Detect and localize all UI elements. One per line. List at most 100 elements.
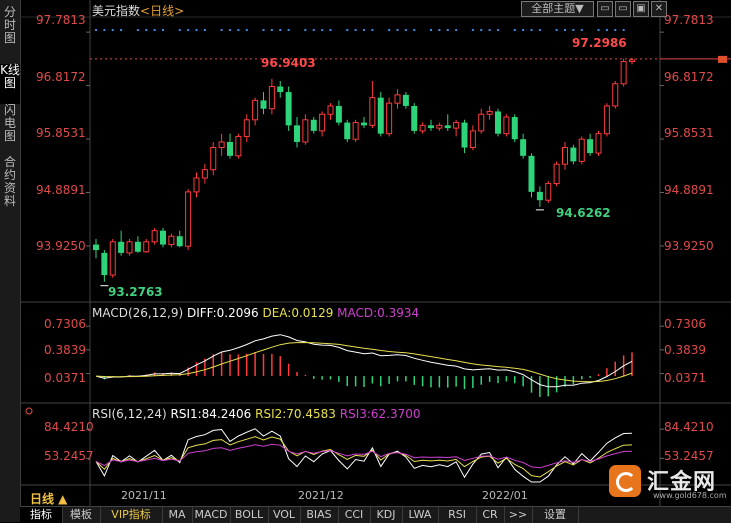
price-axis-label-3: 95.8531 xyxy=(36,126,86,140)
event-marker-dot xyxy=(597,29,600,31)
date-label-nov: 2021/11 xyxy=(121,489,167,502)
event-marker-dot xyxy=(354,29,357,31)
tab-settings[interactable]: 设置 xyxy=(532,507,579,523)
rsi-axis-label-2: 53.2457 xyxy=(44,449,94,463)
candle-body xyxy=(193,177,200,193)
event-marker-dot xyxy=(329,29,332,31)
rsi-header: RSI(6,12,24) RSI1:84.2406 RSI2:70.4583 R… xyxy=(92,407,421,421)
tab-templates[interactable]: 模板 xyxy=(62,507,101,523)
candle-body xyxy=(402,94,409,106)
event-marker-dot xyxy=(279,29,282,31)
theme-dropdown[interactable]: 全部主题▼ xyxy=(521,1,594,17)
candle-body xyxy=(461,122,468,148)
tab-bias[interactable]: BIAS xyxy=(300,507,339,523)
macd-diff: DIFF:0.2096 xyxy=(186,306,259,320)
event-marker-dot xyxy=(371,29,374,31)
tab-macd[interactable]: MACD xyxy=(192,507,231,523)
candle-body xyxy=(369,97,376,126)
event-marker-dot xyxy=(538,29,541,31)
tab-cci[interactable]: CCI xyxy=(338,507,371,523)
event-marker-dot xyxy=(229,29,231,31)
chart-canvas[interactable] xyxy=(0,0,731,522)
candle-body xyxy=(478,113,485,132)
candle-body xyxy=(629,59,635,63)
rsi1-line xyxy=(95,428,633,483)
tab-rsi[interactable]: RSI xyxy=(438,507,477,523)
price-axis-label-1: 97.7813 xyxy=(36,13,86,27)
macd-axis-label-2: 0.3839 xyxy=(44,343,86,357)
candle-body xyxy=(143,241,150,253)
candle-body xyxy=(319,113,326,132)
candle-body xyxy=(520,139,527,156)
event-marker-dot xyxy=(245,29,248,31)
event-marker-dot xyxy=(346,29,349,31)
logo: 汇金网 www.gold678.com xyxy=(609,464,727,502)
zoom-in-button[interactable]: ▭ xyxy=(615,1,631,17)
event-marker-dot xyxy=(522,29,525,31)
candle-body xyxy=(160,230,166,245)
candle-body xyxy=(562,147,568,165)
event-marker-dot xyxy=(513,29,516,31)
timeframe-label[interactable]: <日线> xyxy=(140,4,184,18)
zoom-out-button[interactable]: ▭ xyxy=(597,1,613,17)
candle-body xyxy=(528,155,535,192)
candle-body xyxy=(285,92,292,126)
macd-dea-line xyxy=(95,341,633,383)
event-marker-dot xyxy=(321,29,324,31)
candle-body xyxy=(134,241,141,252)
price-axis-label-4: 94.8891 xyxy=(36,183,86,197)
event-marker-dot xyxy=(95,29,97,31)
candle-body xyxy=(553,163,560,185)
event-marker-dot xyxy=(153,29,156,31)
low-annotation: 94.6262 xyxy=(556,206,611,220)
price-axis-label-right-5: 93.9250 xyxy=(664,239,714,253)
last-price-annotation: 97.2986 xyxy=(572,36,627,50)
event-marker-dot xyxy=(413,29,416,31)
event-marker-dot xyxy=(111,29,114,31)
event-marker-dot xyxy=(145,29,148,31)
logo-url: www.gold678.com xyxy=(653,491,727,500)
candle-body xyxy=(109,241,116,276)
candle-body xyxy=(469,130,476,149)
fullscreen-button[interactable]: ▣ xyxy=(633,1,649,17)
candle-body xyxy=(218,141,225,149)
chart-title: 美元指数<日线> xyxy=(92,2,184,19)
tab-vip-indicators[interactable]: VIP指标 xyxy=(100,507,163,523)
tab-boll[interactable]: BOLL xyxy=(230,507,269,523)
tab-kdj[interactable]: KDJ xyxy=(370,507,403,523)
tab-indicators[interactable]: 指标 xyxy=(20,507,63,523)
tab-lwa[interactable]: LWA xyxy=(402,507,439,523)
candle-body xyxy=(511,117,518,140)
event-marker-dot xyxy=(438,29,441,31)
candle-body xyxy=(419,124,426,132)
candle-body xyxy=(168,235,175,246)
event-marker-dot xyxy=(430,29,432,31)
candle-body xyxy=(118,241,125,253)
tab-vol[interactable]: VOL xyxy=(268,507,301,523)
event-marker-dot xyxy=(614,29,617,31)
candle-body xyxy=(235,135,242,157)
tab-more[interactable]: >> xyxy=(504,507,533,523)
tab-cr[interactable]: CR xyxy=(476,507,505,523)
start-low-annotation: 93.2763 xyxy=(108,285,163,299)
event-marker-dot xyxy=(203,29,206,31)
event-marker-dot xyxy=(270,29,273,31)
candle-body xyxy=(335,105,342,123)
last-price-marker-icon xyxy=(718,55,727,63)
candle-body xyxy=(411,105,418,131)
macd-axis-label-right-2: 0.3839 xyxy=(664,343,706,357)
indicator-tabbar: 指标 模板 VIP指标 MA MACD BOLL VOL BIAS CCI KD… xyxy=(20,506,731,523)
candle-body xyxy=(327,105,334,115)
event-marker-dot xyxy=(555,29,558,31)
price-axis-label-right-4: 94.8891 xyxy=(664,183,714,197)
price-axis-label-2: 96.8172 xyxy=(36,70,86,84)
rsi3-value: RSI3:62.3700 xyxy=(339,407,421,421)
candle-body xyxy=(386,102,393,135)
candle-body xyxy=(436,124,443,129)
event-marker-dot xyxy=(497,29,499,31)
macd-value: MACD:0.3934 xyxy=(337,306,420,320)
event-marker-dot xyxy=(195,29,198,31)
period-selector[interactable]: 日线 ▲ xyxy=(30,490,67,507)
tab-ma[interactable]: MA xyxy=(162,507,193,523)
candle-body xyxy=(620,61,627,85)
